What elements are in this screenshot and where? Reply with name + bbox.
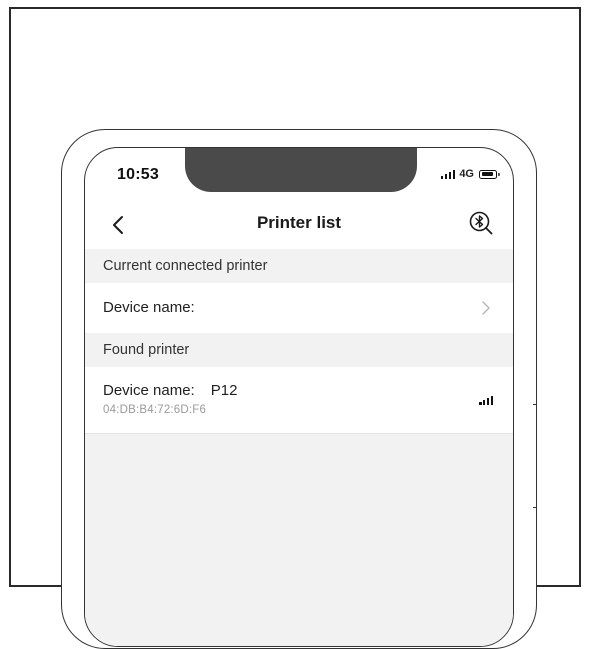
phone-screen: 10:53 4G Printer list Current connected … — [84, 147, 514, 647]
signal-bars-icon — [440, 169, 456, 179]
connected-device-label: Device name: — [103, 299, 195, 316]
section-header-connected: Current connected printer — [85, 249, 513, 283]
bluetooth-search-icon — [469, 211, 493, 235]
device-mac-address: 04:DB:B4:72:6D:F6 — [103, 404, 207, 416]
chevron-right-icon — [482, 301, 490, 315]
empty-list-area — [85, 434, 513, 646]
network-type: 4G — [459, 168, 474, 180]
phone-side-button — [533, 404, 537, 508]
status-time: 10:53 — [117, 166, 159, 183]
section-header-found: Found printer — [85, 333, 513, 367]
found-printer-row[interactable]: Device name: P12 04:DB:B4:72:6D:F6 — [85, 367, 513, 433]
device-name-value: P12 — [210, 382, 238, 399]
device-name-line: Device name: P12 — [103, 382, 513, 399]
battery-icon — [479, 169, 500, 179]
signal-strength-icon — [479, 395, 493, 405]
status-indicators: 4G — [440, 168, 500, 180]
page-title: Printer list — [256, 213, 342, 232]
connected-printer-row[interactable]: Device name: — [85, 283, 513, 333]
bluetooth-search-button[interactable] — [467, 209, 495, 237]
phone-notch — [185, 148, 417, 192]
navigation-bar: Printer list — [85, 203, 513, 249]
device-name-label: Device name: — [103, 382, 195, 399]
